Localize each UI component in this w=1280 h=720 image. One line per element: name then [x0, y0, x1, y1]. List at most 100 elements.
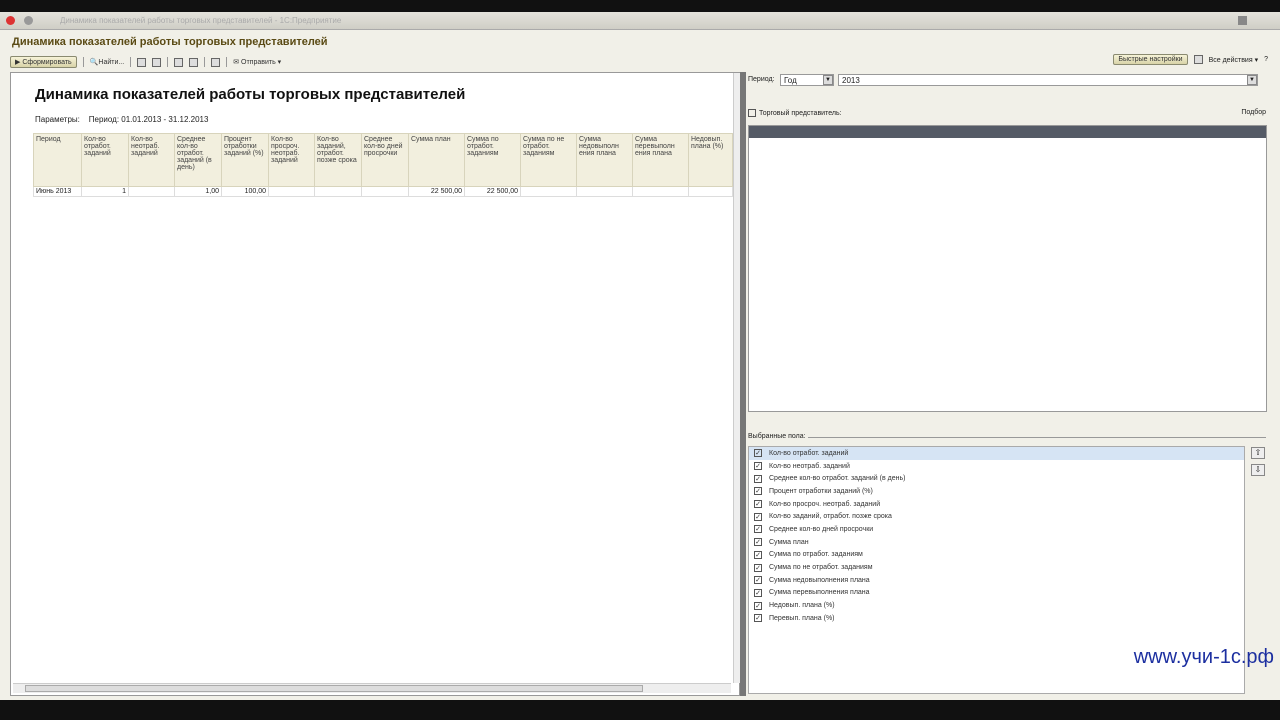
field-label: Кол-во заданий, отработ. позже срока [769, 513, 892, 521]
quick-settings-button[interactable]: Быстрые настройки [1113, 54, 1188, 65]
field-label: Сумма по не отработ. заданиям [769, 564, 873, 572]
field-checkbox[interactable]: ✓ [754, 474, 762, 483]
column-header: Сумма по не отработ. заданиям [520, 133, 577, 187]
field-label: Сумма план [769, 538, 809, 546]
field-list-item[interactable]: ✓ Кол-во отработ. заданий [749, 447, 1244, 460]
field-list-item[interactable]: ✓ Сумма недовыполнения плана [749, 574, 1244, 587]
send-button[interactable]: ✉ Отправить ▾ [233, 58, 281, 66]
field-checkbox[interactable]: ✓ [754, 550, 762, 559]
window-titlebar: Динамика показателей работы торговых пре… [0, 12, 1280, 30]
find-button[interactable]: 🔍Найти... [90, 58, 125, 66]
generate-button[interactable]: ▶ Сформировать [10, 56, 77, 68]
report-params: Параметры: Период: 01.01.2013 - 31.12.20… [35, 115, 208, 124]
table-cell[interactable]: 1,00 [174, 186, 222, 197]
table-cell[interactable] [314, 186, 362, 197]
move-down-icon[interactable]: ⇩ [1251, 464, 1265, 476]
divider [808, 437, 1266, 438]
rep-list[interactable] [748, 125, 1267, 412]
table-cell[interactable]: 22 500,00 [464, 186, 521, 197]
report-spreadsheet[interactable]: Динамика показателей работы торговых пре… [10, 72, 741, 696]
chevron-down-icon[interactable]: ▼ [1247, 75, 1257, 85]
field-label: Среднее кол-во отработ. заданий (в день) [769, 475, 906, 483]
field-list-item[interactable]: ✓ Среднее кол-во дней просрочки [749, 523, 1244, 536]
all-actions-button[interactable]: Все действия ▾ [1209, 56, 1259, 64]
field-label: Кол-во отработ. заданий [769, 449, 849, 457]
field-list-item[interactable]: ✓ Недовып. плана (%) [749, 599, 1244, 612]
horizontal-scroll-thumb[interactable] [25, 685, 643, 692]
column-header: Среднее кол-во дней просрочки [361, 133, 409, 187]
find-label: Найти... [98, 59, 125, 66]
preview-icon[interactable] [189, 57, 199, 67]
print-icon[interactable] [174, 57, 184, 67]
field-list-item[interactable]: ✓ Сумма по не отработ. заданиям [749, 561, 1244, 574]
field-list-item[interactable]: ✓ Перевып. плана (%) [749, 612, 1244, 625]
field-list-item[interactable]: ✓ Кол-во заданий, отработ. позже срока [749, 510, 1244, 523]
expand-icon[interactable] [137, 57, 147, 67]
field-list-item[interactable]: ✓ Среднее кол-во отработ. заданий (в день… [749, 472, 1244, 485]
chevron-down-icon[interactable]: ▼ [823, 75, 833, 85]
field-checkbox[interactable]: ✓ [754, 601, 762, 610]
column-header: Недовып. плана (%) [688, 133, 733, 187]
table-cell[interactable]: 22 500,00 [408, 186, 465, 197]
column-header: Сумма план [408, 133, 465, 187]
field-label: Сумма перевыполнения плана [769, 589, 870, 597]
table-cell[interactable] [128, 186, 175, 197]
column-header: Сумма перевыполн ения плана [632, 133, 689, 187]
save-icon[interactable] [211, 57, 221, 67]
field-checkbox[interactable]: ✓ [754, 576, 762, 585]
field-list-item[interactable]: ✓ Кол-во просроч. неотраб. заданий [749, 498, 1244, 511]
table-cell[interactable] [576, 186, 633, 197]
move-up-icon[interactable]: ⇧ [1251, 447, 1265, 459]
field-label: Недовып. плана (%) [769, 602, 835, 610]
rep-filter[interactable]: Торговый представитель: [748, 109, 842, 117]
field-list-item[interactable]: ✓ Сумма по отработ. заданиям [749, 549, 1244, 562]
field-checkbox[interactable]: ✓ [754, 538, 762, 547]
separator [167, 57, 169, 67]
params-value: Период: 01.01.2013 - 31.12.2013 [88, 115, 209, 124]
separator [204, 57, 206, 67]
field-checkbox[interactable]: ✓ [754, 500, 762, 509]
collapse-icon[interactable] [152, 57, 162, 67]
window-title: Динамика показателей работы торговых пре… [60, 16, 342, 25]
app-logo-icon [6, 16, 15, 25]
watermark: www.учи-1с.рф [1133, 646, 1274, 668]
field-checkbox[interactable]: ✓ [754, 487, 762, 496]
pick-link[interactable]: Подбор [1241, 109, 1266, 116]
table-cell[interactable] [361, 186, 409, 197]
rep-checkbox[interactable] [748, 109, 756, 117]
field-checkbox[interactable]: ✓ [754, 614, 762, 623]
field-label: Процент отработки заданий (%) [769, 487, 873, 495]
field-checkbox[interactable]: ✓ [754, 588, 762, 597]
table-cell[interactable] [688, 186, 733, 197]
generate-label: Сформировать [22, 59, 72, 66]
column-header: Кол-во заданий, отработ. позже срока [314, 133, 362, 187]
table-cell[interactable] [632, 186, 689, 197]
menu-icon[interactable] [24, 16, 33, 25]
table-cell[interactable] [520, 186, 577, 197]
field-list-item[interactable]: ✓ Процент отработки заданий (%) [749, 485, 1244, 498]
field-checkbox[interactable]: ✓ [754, 525, 762, 534]
column-header: Период [33, 133, 82, 187]
field-list-item[interactable]: ✓ Сумма план [749, 536, 1244, 549]
help-icon[interactable]: ? [1264, 56, 1268, 63]
field-list-item[interactable]: ✓ Сумма перевыполнения плана [749, 587, 1244, 600]
table-cell[interactable]: 1 [81, 186, 129, 197]
field-list-item[interactable]: ✓ Кол-во неотраб. заданий [749, 460, 1244, 473]
report-table: Период Кол-во отработ. заданий Кол-во неот… [33, 133, 733, 197]
period-value-input[interactable]: 2013 [838, 74, 1258, 86]
separator [82, 57, 84, 67]
bottom-black-band [0, 700, 1280, 720]
table-row[interactable]: Июнь 2013 1 1,00 100,00 22 500,00 22 500,00 [33, 186, 733, 197]
selected-fields-label: Выбранные пола: [748, 433, 806, 440]
table-cell[interactable] [268, 186, 315, 197]
table-cell[interactable]: Июнь 2013 [33, 186, 82, 197]
table-cell[interactable]: 100,00 [221, 186, 269, 197]
field-checkbox[interactable]: ✓ [754, 512, 762, 521]
field-label: Среднее кол-во дней просрочки [769, 525, 874, 533]
field-checkbox[interactable]: ✓ [754, 449, 762, 458]
close-icon[interactable] [1238, 16, 1247, 25]
settings-icon[interactable] [1193, 55, 1203, 64]
field-checkbox[interactable]: ✓ [754, 462, 762, 471]
field-checkbox[interactable]: ✓ [754, 563, 762, 572]
column-header: Кол-во неотраб. заданий [128, 133, 175, 187]
